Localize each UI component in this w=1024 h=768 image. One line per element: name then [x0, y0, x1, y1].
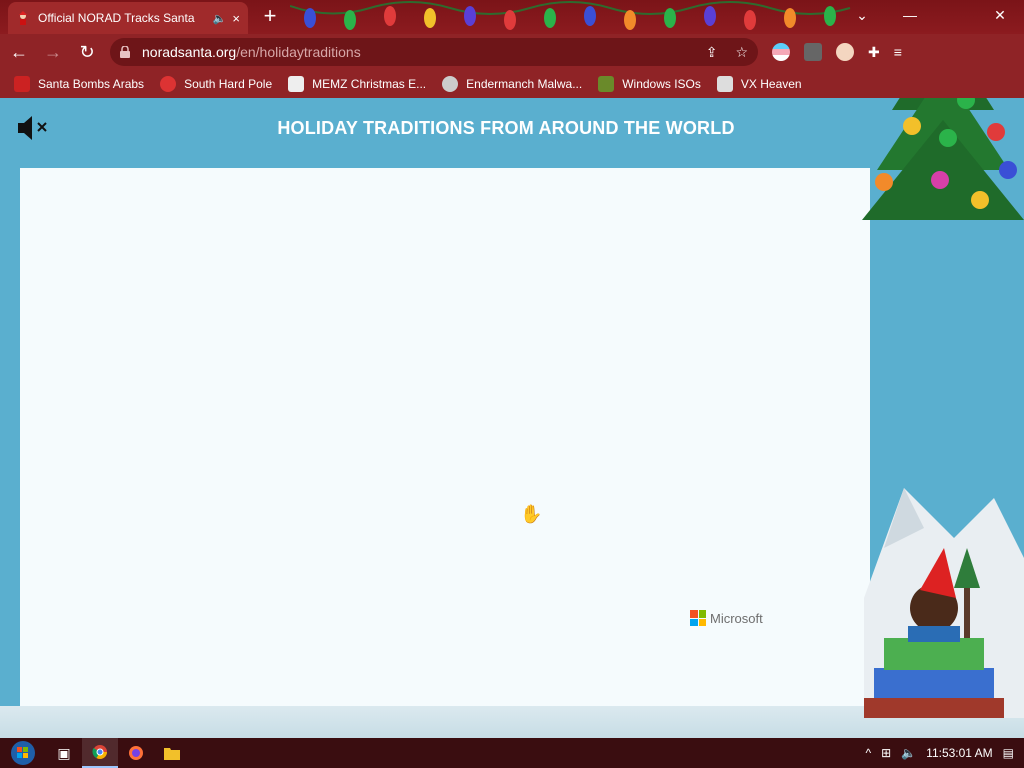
- tab-search-icon[interactable]: ⌄: [842, 0, 882, 30]
- extensions-puzzle-icon[interactable]: ✚: [868, 44, 880, 61]
- bookmark-item[interactable]: Santa Bombs Arabs: [14, 76, 144, 92]
- file-explorer-taskbar-icon[interactable]: [154, 738, 190, 768]
- lock-icon: [120, 46, 130, 58]
- extension-s-icon[interactable]: [804, 43, 822, 61]
- clock[interactable]: 11:53:01 AM: [926, 746, 993, 760]
- chevron-up-icon[interactable]: ^: [866, 746, 872, 760]
- web-page: HOLIDAY TRADITIONS FROM AROUND THE WORLD…: [0, 98, 1024, 738]
- volume-icon[interactable]: 🔈: [901, 746, 916, 760]
- bookmark-endermanch-icon: [442, 76, 459, 92]
- firefox-taskbar-icon[interactable]: [118, 738, 154, 768]
- system-tray: ^ ⊞ 🔈 11:53:01 AM ▤: [866, 746, 1024, 760]
- chrome-icon: [92, 745, 107, 759]
- profile-avatar[interactable]: [836, 43, 854, 61]
- bookmark-item[interactable]: VX Heaven: [716, 76, 802, 92]
- media-queue-icon[interactable]: ≡: [894, 44, 902, 60]
- address-bar[interactable]: noradsanta.org /en/holidaytraditions ⇪ ☆: [110, 38, 758, 66]
- notifications-icon[interactable]: ▤: [1003, 746, 1014, 760]
- reload-button[interactable]: ↻: [72, 37, 102, 67]
- bookmark-windows-icon: [598, 76, 615, 92]
- bookmark-santa-icon: [14, 76, 30, 92]
- sponsor-label: Microsoft: [710, 610, 763, 626]
- speaker-icon[interactable]: 🔈: [213, 12, 227, 25]
- bookmark-item[interactable]: MEMZ Christmas E...: [288, 76, 426, 92]
- bookmark-vx-icon: [716, 76, 733, 92]
- tab-title: Official NORAD Tracks Santa: [38, 11, 195, 25]
- tab-close-icon[interactable]: ×: [232, 11, 240, 26]
- bookmarks-bar: Santa Bombs Arabs South Hard Pole MEMZ C…: [0, 70, 1024, 98]
- microsoft-sponsor[interactable]: Microsoft: [690, 610, 763, 626]
- elf-reading-scene: [864, 488, 1024, 718]
- firefox-icon: [129, 746, 143, 760]
- tab-norad[interactable]: Official NORAD Tracks Santa 🔈 ×: [8, 2, 248, 34]
- bookmark-memz-icon: [288, 76, 305, 92]
- bookmark-star-icon[interactable]: ☆: [735, 44, 748, 61]
- network-icon[interactable]: ⊞: [881, 746, 891, 760]
- new-tab-button[interactable]: +: [258, 4, 282, 28]
- url-host: noradsanta.org: [142, 44, 237, 60]
- url-path: /en/holidaytraditions: [236, 44, 361, 60]
- microsoft-logo-icon: [690, 610, 706, 626]
- windows-start-icon: [11, 741, 35, 765]
- christmas-tree-decoration: [862, 98, 1024, 220]
- folder-icon: [164, 748, 180, 760]
- santa-favicon-icon: [19, 11, 27, 25]
- bookmark-item[interactable]: South Hard Pole: [160, 76, 272, 92]
- chrome-taskbar-icon[interactable]: [82, 738, 118, 768]
- hand-cursor-icon: ✋: [520, 504, 543, 524]
- bookmark-item[interactable]: Windows ISOs: [598, 76, 701, 92]
- page-title: HOLIDAY TRADITIONS FROM AROUND THE WORLD: [277, 118, 735, 138]
- task-view-icon[interactable]: ▣: [46, 738, 82, 768]
- extension-flag-icon[interactable]: [772, 43, 790, 61]
- close-window-button[interactable]: ✕: [980, 0, 1020, 30]
- minimize-button[interactable]: —: [890, 0, 930, 30]
- back-button[interactable]: ←: [4, 37, 34, 67]
- christmas-lights-decoration: [290, 1, 851, 30]
- share-icon[interactable]: ⇪: [706, 44, 718, 61]
- bookmark-item[interactable]: Endermanch Malwa...: [442, 76, 582, 92]
- windows-taskbar: ▣ ^ ⊞ 🔈 11:53:01 AM ▤: [0, 738, 1024, 768]
- forward-button[interactable]: →: [38, 37, 68, 67]
- start-button[interactable]: [0, 738, 46, 768]
- tab-strip: Official NORAD Tracks Santa 🔈 × + ⌄ — ✕: [0, 0, 1024, 34]
- content-panel[interactable]: Microsoft ✋: [20, 168, 870, 708]
- browser-toolbar: ← → ↻ noradsanta.org /en/holidaytraditio…: [0, 34, 1024, 70]
- bookmark-snowflake-icon: [160, 76, 177, 92]
